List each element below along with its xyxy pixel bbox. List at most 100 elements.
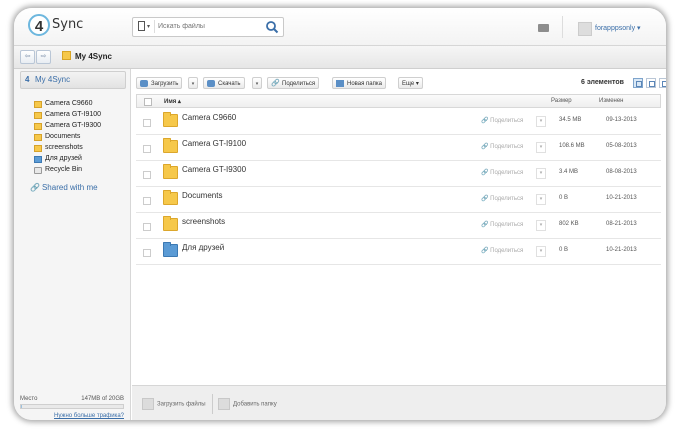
more-label: Еще [402,81,415,87]
file-date: 10-21-2013 [606,195,637,201]
share-label: Поделиться [490,170,524,176]
file-date: 08-21-2013 [606,221,637,227]
row-share-button[interactable]: 🔗 Поделиться [481,169,523,176]
row-menu-button[interactable]: ▾ [536,246,546,257]
main-panel: Загрузить ▾ Скачать ▾ 🔗 Поделиться Новая … [132,69,666,420]
quota-value: 147MB of 20GB [81,396,124,402]
file-name[interactable]: Camera GT-I9100 [182,139,246,148]
share-label: Поделиться [490,118,524,124]
row-menu-button[interactable]: ▾ [536,168,546,179]
row-menu-button[interactable]: ▾ [536,220,546,231]
upload-files-button[interactable]: Загрузить файлы [142,398,206,410]
row-share-button[interactable]: 🔗 Поделиться [481,247,523,254]
row-checkbox[interactable] [143,197,151,205]
row-checkbox[interactable] [143,119,151,127]
row-checkbox[interactable] [143,223,151,231]
column-name[interactable]: Имя ▴ [164,98,181,105]
breadcrumb: ⇦ ⇨ My 4Sync [14,46,666,69]
folder-icon [34,145,42,152]
row-share-button[interactable]: 🔗 Поделиться [481,143,523,150]
detail-view-icon[interactable] [659,78,666,88]
avatar[interactable] [578,22,592,36]
cloud-download-icon [207,80,215,87]
file-type-dropdown[interactable]: ▾ [147,23,150,30]
share-label: Поделиться [490,248,524,254]
back-arrow-icon[interactable]: ⇦ [20,50,35,64]
file-name[interactable]: screenshots [182,217,225,226]
file-name[interactable]: Camera GT-I9300 [182,165,246,174]
share-button[interactable]: 🔗 Поделиться [267,77,320,89]
item-count: 6 элементов [581,79,624,86]
sidebar-item-label: Documents [45,133,81,140]
sidebar-item-label: My 4Sync [35,75,71,84]
topbar-divider [562,16,563,38]
sidebar-item-my-4sync[interactable]: 4 My 4Sync [20,71,126,89]
download-dropdown-button[interactable]: ▾ [252,77,262,89]
file-date: 10-21-2013 [606,247,637,253]
sidebar-item-label: screenshots [45,144,83,151]
table-row[interactable]: Camera C9660 🔗 Поделиться ▾ 34.5 MB 09-1… [136,109,661,135]
more-traffic-link[interactable]: Нужно больше трафика? [54,413,124,419]
file-name[interactable]: Documents [182,191,222,200]
sidebar-item-label: Camera GT-I9300 [45,122,102,129]
file-name[interactable]: Для друзей [182,243,224,252]
forward-arrow-icon[interactable]: ⇨ [36,50,51,64]
row-menu-button[interactable]: ▾ [536,194,546,205]
shared-folder-icon [163,242,178,257]
folder-icon [163,216,178,231]
row-checkbox[interactable] [143,249,151,257]
file-size: 0 B [559,247,569,253]
column-modified[interactable]: Изменен [599,98,624,104]
top-bar: 4 Sync ▾ forapppsonly ▾ [14,8,666,46]
upload-dropdown-button[interactable]: ▾ [188,77,198,89]
folder-icon [163,112,178,127]
list-view-icon[interactable] [633,78,643,88]
folder-icon [163,138,178,153]
upload-button[interactable]: Загрузить [136,77,183,89]
logo-word: Sync [52,17,84,32]
sidebar-item-shared-with-me[interactable]: 🔗 Shared with me [30,183,98,192]
recycle-bin-icon [34,167,42,174]
row-share-button[interactable]: 🔗 Поделиться [481,117,523,124]
upload-files-label: Загрузить файлы [157,401,206,408]
add-folder-button[interactable]: Добавить папку [218,398,277,410]
column-size[interactable]: Размер [551,98,572,104]
row-checkbox[interactable] [143,171,151,179]
shared-folder-icon [34,156,42,163]
grid-view-icon[interactable] [646,78,656,88]
row-menu-button[interactable]: ▾ [536,142,546,153]
new-folder-icon [336,80,344,87]
table-row[interactable]: Для друзей 🔗 Поделиться ▾ 0 B 10-21-2013 [136,239,661,265]
search-divider [154,20,155,33]
file-name[interactable]: Camera C9660 [182,113,236,122]
new-folder-button[interactable]: Новая папка [332,77,386,89]
download-button[interactable]: Скачать [203,77,245,89]
folder-icon [34,134,42,141]
table-row[interactable]: Documents 🔗 Поделиться ▾ 0 B 10-21-2013 [136,187,661,213]
messages-icon[interactable] [538,24,549,32]
link-icon: 🔗 [30,183,40,192]
row-checkbox[interactable] [143,145,151,153]
file-date: 09-13-2013 [606,117,637,123]
user-menu[interactable]: forapppsonly ▾ [595,24,641,32]
table-row[interactable]: Camera GT-I9300 🔗 Поделиться ▾ 3.4 MB 08… [136,161,661,187]
more-button[interactable]: Еще ▾ [398,77,423,89]
search-input[interactable] [158,20,258,33]
share-label: Поделиться [490,196,524,202]
logo[interactable]: 4 Sync [28,14,90,38]
add-folder-icon [218,398,230,410]
search-icon[interactable] [265,20,279,34]
upload-icon [142,398,154,410]
folder-icon [34,112,42,119]
select-all-checkbox[interactable] [144,98,152,106]
table-row[interactable]: screenshots 🔗 Поделиться ▾ 802 KB 08-21-… [136,213,661,239]
file-date: 05-08-2013 [606,143,637,149]
row-menu-button[interactable]: ▾ [536,116,546,127]
table-row[interactable]: Camera GT-I9100 🔗 Поделиться ▾ 108.6 MB … [136,135,661,161]
file-size: 802 KB [559,221,579,227]
file-type-icon[interactable] [138,21,145,31]
row-share-button[interactable]: 🔗 Поделиться [481,221,523,228]
bottom-divider [212,394,213,414]
quota-bar-fill [21,405,22,408]
row-share-button[interactable]: 🔗 Поделиться [481,195,523,202]
